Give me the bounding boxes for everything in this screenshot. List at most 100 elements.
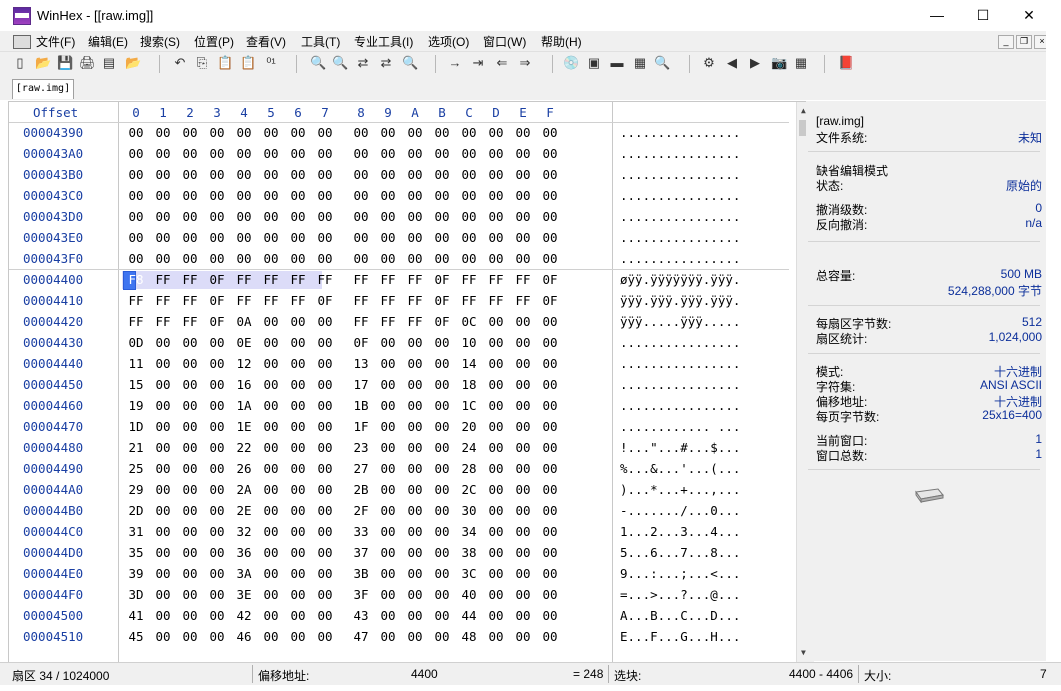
hex-byte[interactable]: 00 xyxy=(378,629,398,644)
hex-byte[interactable]: FF xyxy=(351,293,371,308)
hex-byte[interactable]: 00 xyxy=(486,209,506,224)
hex-byte[interactable]: 00 xyxy=(405,188,425,203)
hex-byte[interactable]: 00 xyxy=(351,230,371,245)
hex-byte[interactable]: 00 xyxy=(315,629,335,644)
hex-byte[interactable]: 00 xyxy=(378,230,398,245)
hex-byte[interactable]: 28 xyxy=(459,461,479,476)
hex-byte[interactable]: 00 xyxy=(315,503,335,518)
hex-byte[interactable]: 3F xyxy=(351,587,371,602)
hex-byte[interactable]: 00 xyxy=(513,587,533,602)
hex-byte[interactable]: 00 xyxy=(153,545,173,560)
hex-byte[interactable]: FF xyxy=(459,272,479,287)
ascii-text[interactable]: ................ xyxy=(620,209,740,224)
hex-byte[interactable]: 00 xyxy=(540,608,560,623)
hex-byte[interactable]: FF xyxy=(486,272,506,287)
hex-byte[interactable]: 00 xyxy=(153,587,173,602)
hex-byte[interactable]: 00 xyxy=(540,566,560,581)
hex-byte[interactable]: 22 xyxy=(234,440,254,455)
hex-byte[interactable]: 00 xyxy=(378,146,398,161)
hex-byte[interactable]: 00 xyxy=(153,524,173,539)
hex-byte[interactable]: 42 xyxy=(234,608,254,623)
mdi-minimize-button[interactable]: _ xyxy=(998,35,1014,49)
hex-byte[interactable]: 00 xyxy=(513,230,533,245)
hex-byte[interactable]: 3D xyxy=(126,587,146,602)
hex-byte[interactable]: 00 xyxy=(513,167,533,182)
hex-byte[interactable]: 00 xyxy=(315,356,335,371)
hex-byte[interactable]: 24 xyxy=(459,440,479,455)
menu-search[interactable]: 搜索(S) xyxy=(140,33,180,50)
hex-byte[interactable]: 00 xyxy=(207,524,227,539)
hex-byte[interactable]: 00 xyxy=(486,524,506,539)
hex-byte[interactable]: 00 xyxy=(288,230,308,245)
hex-byte[interactable]: 00 xyxy=(405,230,425,245)
hex-byte[interactable]: 00 xyxy=(288,440,308,455)
hex-byte[interactable]: 00 xyxy=(486,335,506,350)
hex-byte[interactable]: 00 xyxy=(207,335,227,350)
hex-byte[interactable]: 00 xyxy=(315,419,335,434)
hex-byte[interactable]: 3B xyxy=(351,566,371,581)
hex-byte[interactable]: FF xyxy=(153,293,173,308)
hex-byte[interactable]: 00 xyxy=(513,608,533,623)
hex-byte[interactable]: 00 xyxy=(459,230,479,245)
hex-byte[interactable]: 00 xyxy=(540,398,560,413)
ascii-text[interactable]: ................ xyxy=(620,188,740,203)
hex-byte[interactable]: 00 xyxy=(180,629,200,644)
hex-byte[interactable]: 00 xyxy=(405,377,425,392)
hex-byte[interactable]: 00 xyxy=(513,188,533,203)
hex-byte[interactable]: FF xyxy=(261,293,281,308)
hex-byte[interactable]: 00 xyxy=(540,629,560,644)
hex-byte[interactable]: 3C xyxy=(459,566,479,581)
hex-byte[interactable]: 2B xyxy=(351,482,371,497)
hex-byte[interactable]: 00 xyxy=(315,461,335,476)
hex-byte[interactable]: 00 xyxy=(315,251,335,266)
hex-byte[interactable]: 00 xyxy=(315,230,335,245)
hex-byte[interactable]: 00 xyxy=(261,314,281,329)
hex-byte[interactable]: 00 xyxy=(153,146,173,161)
hex-byte[interactable]: 00 xyxy=(432,125,452,140)
hex-byte[interactable]: 12 xyxy=(234,356,254,371)
hex-byte[interactable]: 41 xyxy=(126,608,146,623)
hex-byte[interactable]: 00 xyxy=(315,188,335,203)
goto-offset-icon[interactable]: → xyxy=(447,55,463,71)
hex-byte[interactable]: FF xyxy=(351,314,371,329)
hex-byte[interactable]: 00 xyxy=(486,167,506,182)
hex-byte[interactable]: 00 xyxy=(486,587,506,602)
hex-byte[interactable]: 0F xyxy=(207,293,227,308)
hex-byte[interactable]: 00 xyxy=(432,482,452,497)
hex-byte[interactable]: 00 xyxy=(261,377,281,392)
hex-byte[interactable]: 00 xyxy=(378,125,398,140)
hex-byte[interactable]: 00 xyxy=(126,230,146,245)
hex-byte[interactable]: 00 xyxy=(540,419,560,434)
hex-byte[interactable]: 00 xyxy=(288,461,308,476)
hex-byte[interactable]: 00 xyxy=(315,440,335,455)
hex-byte[interactable]: 00 xyxy=(180,419,200,434)
hex-byte[interactable]: FF xyxy=(180,293,200,308)
hex-byte[interactable]: FF xyxy=(180,314,200,329)
hex-byte[interactable]: 00 xyxy=(378,503,398,518)
disk-open-icon[interactable]: 💿 xyxy=(563,55,579,71)
ascii-text[interactable]: -......./...0... xyxy=(620,503,740,518)
hex-byte[interactable]: 00 xyxy=(405,125,425,140)
hex-byte[interactable]: 0F xyxy=(540,293,560,308)
hex-byte[interactable]: 00 xyxy=(180,188,200,203)
hex-byte[interactable]: 00 xyxy=(378,167,398,182)
hex-byte[interactable]: 29 xyxy=(126,482,146,497)
hex-byte[interactable]: 00 xyxy=(207,356,227,371)
hex-byte[interactable]: 00 xyxy=(405,335,425,350)
hex-byte[interactable]: 00 xyxy=(513,377,533,392)
hex-byte[interactable]: 00 xyxy=(315,146,335,161)
hex-byte[interactable]: 00 xyxy=(486,230,506,245)
ascii-text[interactable]: ÿÿÿ.....ÿÿÿ..... xyxy=(620,314,740,329)
hex-byte[interactable]: 30 xyxy=(459,503,479,518)
hex-byte[interactable]: 00 xyxy=(288,377,308,392)
hex-byte[interactable]: 00 xyxy=(432,335,452,350)
hex-byte[interactable]: 39 xyxy=(126,566,146,581)
hex-byte[interactable]: 00 xyxy=(180,230,200,245)
hex-byte[interactable]: 00 xyxy=(405,251,425,266)
hex-byte[interactable]: 00 xyxy=(351,146,371,161)
hex-byte[interactable]: 00 xyxy=(180,461,200,476)
hex-byte[interactable]: 45 xyxy=(126,629,146,644)
hex-byte[interactable]: 1C xyxy=(459,398,479,413)
new-file-icon[interactable]: ▯ xyxy=(12,55,28,71)
hex-byte[interactable]: 00 xyxy=(180,440,200,455)
